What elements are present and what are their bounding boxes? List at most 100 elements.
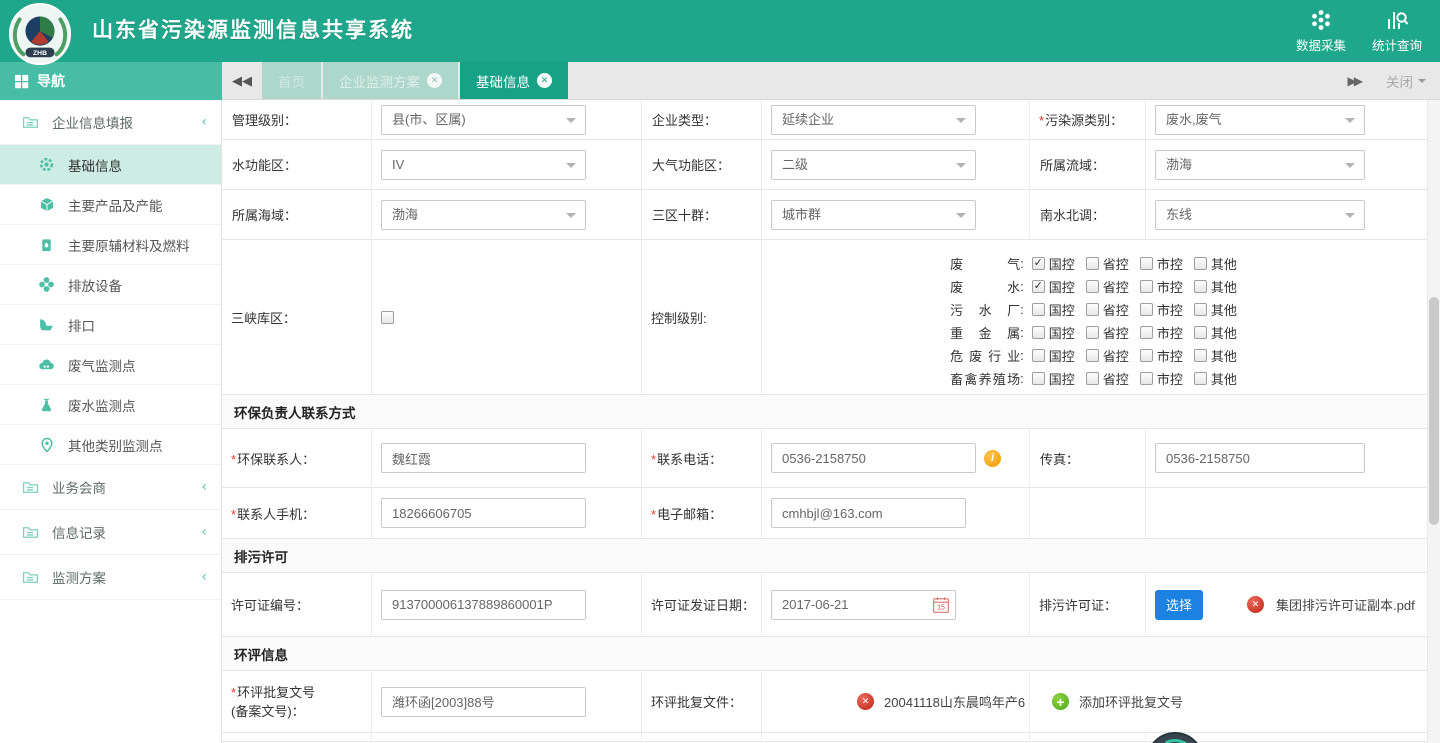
close-tab-icon[interactable]: ✕ [537,73,552,88]
checkbox-icon[interactable] [1194,303,1207,316]
control-checkbox-r5-c1[interactable]: 省控 [1086,369,1129,388]
sidebar-group-business-consult[interactable]: 业务会商 ‹ [0,465,221,510]
checkbox-icon[interactable] [1086,280,1099,293]
field-label: 传真： [1039,449,1079,468]
scrollbar-thumb[interactable] [1429,297,1439,525]
control-checkbox-r3-c0[interactable]: 国控 [1032,323,1075,342]
permit-number-input[interactable] [381,590,586,620]
control-checkbox-r4-c0[interactable]: 国控 [1032,346,1075,365]
checkbox-icon[interactable] [1140,326,1153,339]
control-checkbox-r1-c1[interactable]: 省控 [1086,277,1129,296]
mobile-input[interactable] [381,498,586,528]
control-checkbox-r4-c1[interactable]: 省控 [1086,346,1129,365]
choose-file-button[interactable]: 选择 [1155,590,1203,620]
control-checkbox-r0-c1[interactable]: 省控 [1086,254,1129,273]
control-checkbox-r5-c3[interactable]: 其他 [1194,369,1237,388]
sidebar-item-waste-water-points[interactable]: 废水监测点 [0,385,221,425]
checkbox-icon[interactable] [1086,303,1099,316]
checkbox-icon[interactable] [1140,349,1153,362]
checkbox-icon[interactable] [1032,303,1045,316]
sidebar-group-enterprise-info[interactable]: 企业信息填报 ‹ [0,100,221,145]
control-checkbox-r2-c3[interactable]: 其他 [1194,300,1237,319]
water-function-zone-select[interactable]: IV [381,150,586,180]
control-checkbox-r1-c2[interactable]: 市控 [1140,277,1183,296]
three-zones-ten-clusters-select[interactable]: 城市群 [771,200,976,230]
enterprise-type-select[interactable]: 延续企业 [771,105,976,135]
tab-basic-info[interactable]: 基础信息 ✕ [460,62,568,99]
tabs-scroll-left-button[interactable]: ◀◀ [222,62,262,99]
air-function-zone-select[interactable]: 二级 [771,150,976,180]
control-checkbox-r5-c0[interactable]: 国控 [1032,369,1075,388]
checkbox-icon[interactable] [1194,372,1207,385]
sidebar-item-basic-info[interactable]: 基础信息 [0,145,221,185]
control-checkbox-r2-c0[interactable]: 国控 [1032,300,1075,319]
tab-enterprise-monitor-plan[interactable]: 企业监测方案 ✕ [323,62,458,99]
checkbox-icon[interactable] [1032,349,1045,362]
control-checkbox-r4-c2[interactable]: 市控 [1140,346,1183,365]
env-contact-person-input[interactable] [381,443,586,473]
sidebar-group-info-records[interactable]: 信息记录 ‹ [0,510,221,555]
nav-toggle[interactable]: 导航 [0,62,222,100]
control-checkbox-r3-c3[interactable]: 其他 [1194,323,1237,342]
email-input[interactable] [771,498,966,528]
sidebar-group-monitor-plan[interactable]: 监测方案 ‹ [0,555,221,600]
checkbox-icon[interactable] [1140,280,1153,293]
control-checkbox-r0-c0[interactable]: 国控 [1032,254,1075,273]
checkbox-icon[interactable] [1086,349,1099,362]
delete-file-icon[interactable]: ✕ [857,693,874,710]
three-gorges-checkbox[interactable] [381,311,394,324]
checkbox-icon[interactable] [1194,326,1207,339]
checkbox-icon[interactable] [1140,372,1153,385]
checkbox-icon[interactable] [1194,349,1207,362]
control-checkbox-r3-c1[interactable]: 省控 [1086,323,1129,342]
control-checkbox-r4-c3[interactable]: 其他 [1194,346,1237,365]
eia-file-name[interactable]: 20041118山东晨鸣年产6 [884,692,1025,711]
contact-phone-input[interactable] [771,443,976,473]
permit-date-input[interactable] [771,590,956,620]
permit-file-name[interactable]: 集团排污许可证副本.pdf [1276,595,1415,614]
info-icon[interactable]: i [984,450,1001,467]
sidebar-item-waste-gas-points[interactable]: 废气监测点 [0,345,221,385]
calendar-icon[interactable]: 15 [932,596,950,614]
control-checkbox-r1-c3[interactable]: 其他 [1194,277,1237,296]
control-checkbox-r2-c1[interactable]: 省控 [1086,300,1129,319]
add-icon[interactable]: + [1052,693,1069,710]
control-checkbox-r2-c2[interactable]: 市控 [1140,300,1183,319]
sidebar-item-products[interactable]: 主要产品及产能 [0,185,221,225]
river-basin-select[interactable]: 渤海 [1155,150,1365,180]
checkbox-icon[interactable] [1086,257,1099,270]
pollution-source-type-select[interactable]: 废水,废气 [1155,105,1365,135]
data-collect-button[interactable]: 数据采集 [1296,8,1346,54]
close-tab-icon[interactable]: ✕ [427,73,442,88]
checkbox-icon[interactable] [1032,257,1045,270]
sidebar-item-outlet[interactable]: 排口 [0,305,221,345]
checkbox-icon[interactable] [1140,303,1153,316]
checkbox-icon[interactable] [1086,372,1099,385]
control-checkbox-r0-c3[interactable]: 其他 [1194,254,1237,273]
stats-query-button[interactable]: 统计查询 [1372,8,1422,54]
control-checkbox-r1-c0[interactable]: 国控 [1032,277,1075,296]
checkbox-icon[interactable] [1032,372,1045,385]
add-eia-doc-link[interactable]: 添加环评批复文号 [1079,692,1183,711]
fax-input[interactable] [1155,443,1365,473]
control-checkbox-r3-c2[interactable]: 市控 [1140,323,1183,342]
management-level-select[interactable]: 县(市、区属) [381,105,586,135]
checkbox-icon[interactable] [1086,326,1099,339]
checkbox-icon[interactable] [1032,326,1045,339]
tabs-scroll-right-button[interactable]: ▶▶ [1348,74,1360,88]
delete-file-icon[interactable]: ✕ [1247,596,1264,613]
control-checkbox-r5-c2[interactable]: 市控 [1140,369,1183,388]
control-checkbox-r0-c2[interactable]: 市控 [1140,254,1183,273]
sidebar-item-emission-equipment[interactable]: 排放设备 [0,265,221,305]
sidebar-item-other-points[interactable]: 其他类别监测点 [0,425,221,465]
sidebar-item-materials-fuel[interactable]: 主要原辅材料及燃料 [0,225,221,265]
sea-area-select[interactable]: 渤海 [381,200,586,230]
close-menu-button[interactable]: 关闭 [1386,71,1426,91]
checkbox-icon[interactable] [1140,257,1153,270]
checkbox-icon[interactable] [1194,280,1207,293]
checkbox-icon[interactable] [1194,257,1207,270]
south-north-water-select[interactable]: 东线 [1155,200,1365,230]
checkbox-icon[interactable] [1032,280,1045,293]
eia-doc-number-input[interactable] [381,687,586,717]
tab-home[interactable]: 首页 [262,62,321,99]
